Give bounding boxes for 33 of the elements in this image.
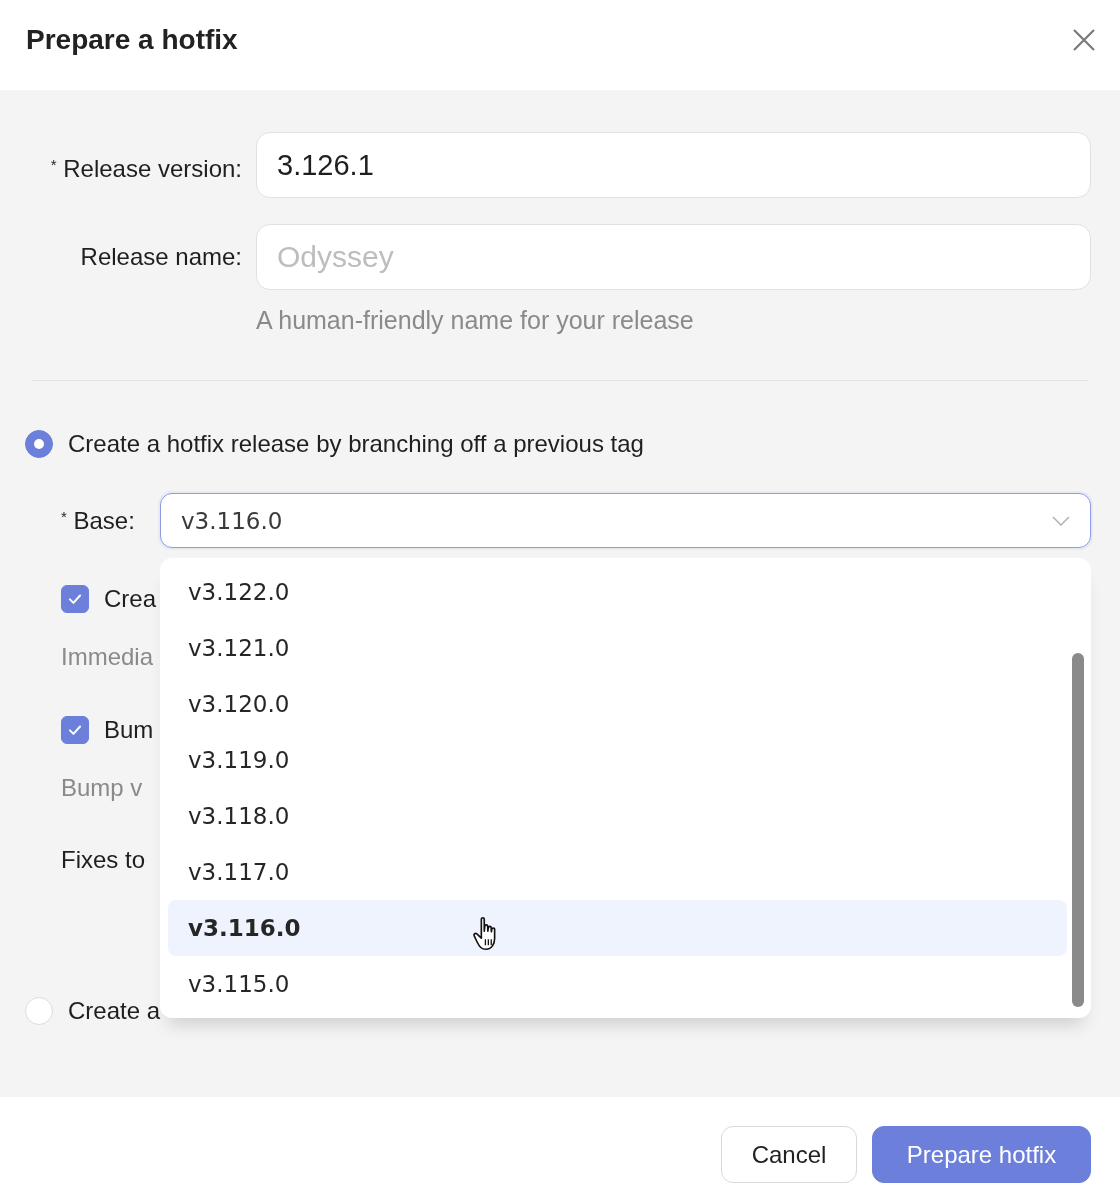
field-label: Fixes to [61, 846, 146, 874]
dropdown-option[interactable]: v3.122.0 [168, 564, 1067, 620]
text-field[interactable]: Odyssey [256, 224, 1091, 290]
dropdown-option[interactable]: v3.117.0 [168, 844, 1067, 900]
select-field[interactable]: v3.116.0 [160, 493, 1091, 548]
checkbox[interactable] [61, 716, 89, 744]
dialog-title: Prepare a hotfix [26, 24, 238, 56]
dropdown-option[interactable]: v3.119.0 [168, 732, 1067, 788]
text-field[interactable]: 3.126.1 [256, 132, 1091, 198]
radio-button[interactable] [25, 430, 53, 458]
help-text: A human-friendly name for your release [256, 306, 694, 334]
close-icon[interactable] [1073, 29, 1095, 51]
field-label: $^{*}$ Release version: [49, 154, 242, 184]
checkbox[interactable] [61, 585, 89, 613]
dropdown-option[interactable]: v3.120.0 [168, 676, 1067, 732]
option-label: Create a [68, 996, 161, 1026]
check-icon [67, 592, 83, 606]
dropdown-option[interactable]: v3.118.0 [168, 788, 1067, 844]
option-label: Create a hotfix release by branching off a previous tag [68, 429, 644, 459]
checkbox-label: Crea [104, 585, 157, 613]
cancel-button[interactable]: Cancel [721, 1126, 857, 1183]
dropdown-option[interactable]: v3.121.0 [168, 620, 1067, 676]
chevron-down-icon [1052, 515, 1070, 526]
check-icon [67, 723, 83, 737]
help-text: Immedia [61, 643, 154, 671]
scrollbar[interactable] [1072, 653, 1084, 1007]
dropdown-option[interactable]: v3.116.0 [168, 900, 1067, 956]
dropdown-option[interactable]: v3.115.0 [168, 956, 1067, 1012]
submit-button[interactable]: Prepare hotfix [872, 1126, 1091, 1183]
field-label: Release name: [79, 242, 242, 272]
checkbox-label: Bum [104, 716, 154, 744]
field-label: $^{*}$ Base: [61, 506, 136, 535]
help-text: Bump v [61, 774, 143, 802]
